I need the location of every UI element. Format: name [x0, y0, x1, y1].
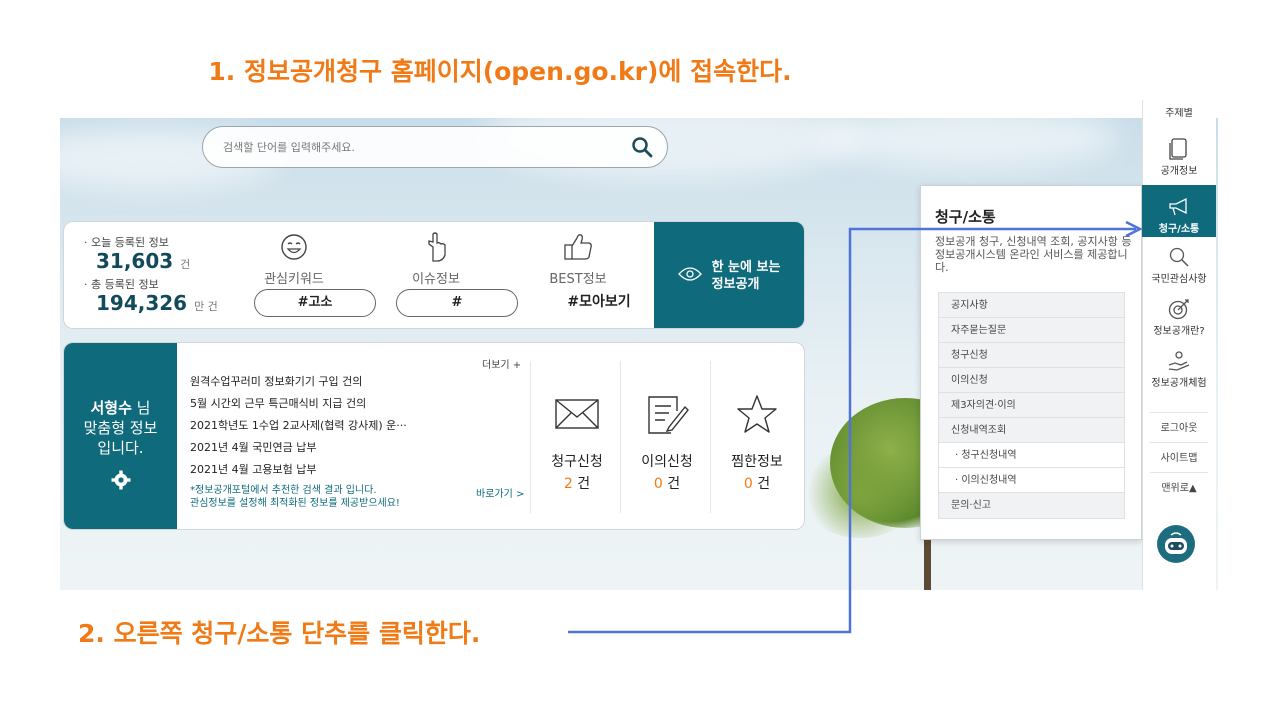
instruction-arrow [568, 220, 1143, 634]
